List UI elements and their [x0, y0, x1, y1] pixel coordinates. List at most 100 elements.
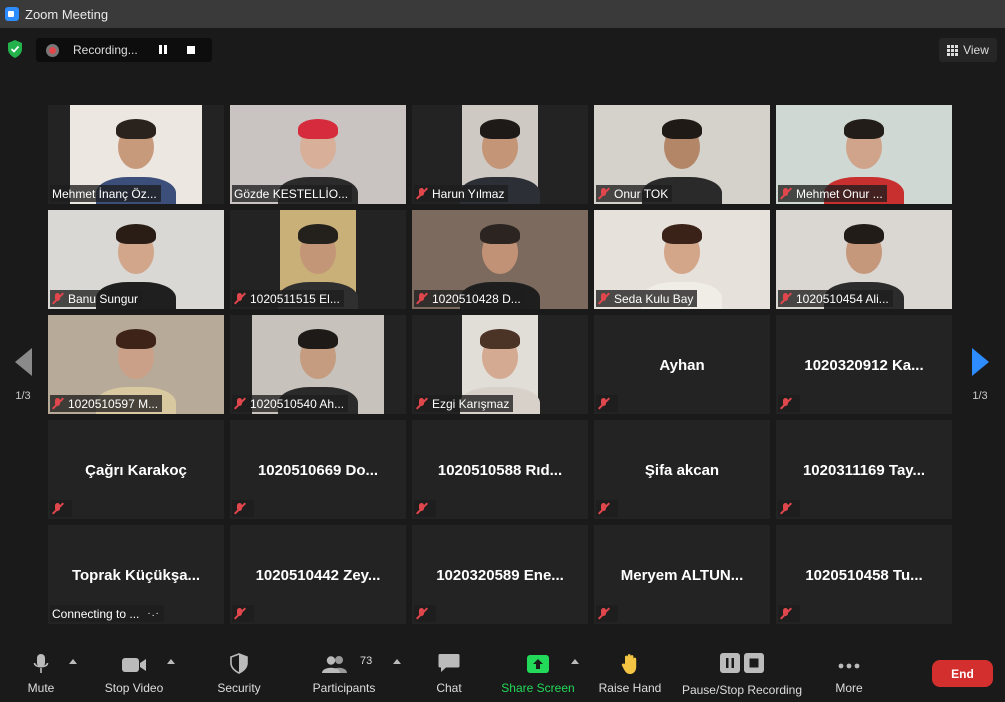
participant-tile[interactable]: 1020510454 Ali...: [776, 210, 952, 309]
stop-video-label: Stop Video: [104, 681, 164, 695]
participant-tile[interactable]: Harun Yılmaz: [412, 105, 588, 204]
muted-microphone-icon: [416, 292, 428, 305]
video-options-caret-icon[interactable]: [167, 659, 175, 664]
participant-tile[interactable]: Onur TOK: [594, 105, 770, 204]
participant-tile[interactable]: Mehmet Onur ...: [776, 105, 952, 204]
participant-display-name: 1020320912 Ka...: [804, 357, 924, 374]
muted-microphone-icon: [598, 607, 610, 620]
recording-status: Recording...: [73, 43, 138, 57]
muted-microphone-icon: [780, 397, 792, 410]
microphone-icon: [33, 654, 49, 673]
participant-tile[interactable]: Gözde KESTELLİO...: [230, 105, 406, 204]
participant-name-tag: [596, 500, 618, 517]
grid-view-icon: [947, 44, 959, 56]
raise-hand-button[interactable]: Raise Hand: [597, 643, 663, 702]
pause-recording-icon[interactable]: [159, 45, 169, 55]
participant-name-tag: 1020510597 M...: [50, 395, 163, 412]
participant-tile[interactable]: 1020510588 Rıd...: [412, 420, 588, 519]
chat-bubble-icon: [438, 654, 460, 672]
participant-tile[interactable]: Ayhan: [594, 315, 770, 414]
participant-tile[interactable]: 1020320589 Ene...: [412, 525, 588, 624]
previous-page-button[interactable]: 1/3: [8, 348, 38, 402]
participant-display-name: 1020510588 Rıd...: [437, 462, 563, 479]
share-screen-button[interactable]: Share Screen: [500, 643, 576, 702]
stop-icon: [744, 653, 764, 673]
recording-dot-icon: [46, 43, 59, 57]
participant-name-tag: Mehmet İnanç Öz...: [50, 185, 161, 202]
participant-tile[interactable]: Banu Sungur: [48, 210, 224, 309]
participants-label: Participants: [312, 681, 376, 695]
pause-stop-recording-button[interactable]: Pause/Stop Recording: [680, 643, 804, 702]
participant-name-tag: Banu Sungur: [50, 290, 143, 307]
participant-tile[interactable]: 1020510669 Do...: [230, 420, 406, 519]
muted-microphone-icon: [416, 607, 428, 620]
next-page-button[interactable]: 1/3: [965, 348, 995, 402]
security-button[interactable]: Security: [208, 643, 270, 702]
chat-button[interactable]: Chat: [428, 643, 470, 702]
chat-label: Chat: [436, 681, 462, 695]
participant-display-name: Çağrı Karakoç: [85, 462, 187, 479]
participant-tile[interactable]: Meryem ALTUN...: [594, 525, 770, 624]
participant-display-name: 1020320589 Ene...: [436, 567, 564, 584]
participant-tile[interactable]: 1020511515 El...: [230, 210, 406, 309]
zoom-logo-icon: [5, 7, 19, 21]
end-meeting-button[interactable]: End: [932, 660, 993, 687]
participant-tile[interactable]: Toprak Küçükşa... Connecting to ... ·.·: [48, 525, 224, 624]
mute-button[interactable]: Mute: [16, 643, 66, 702]
page-indicator-right: 1/3: [972, 390, 988, 402]
participant-name-tag: [414, 605, 436, 622]
participants-icon: [321, 656, 347, 673]
participants-options-caret-icon[interactable]: [393, 659, 401, 664]
chevron-left-icon: [14, 348, 32, 376]
window-title: Zoom Meeting: [25, 6, 109, 22]
muted-microphone-icon: [598, 292, 610, 305]
muted-microphone-icon: [780, 187, 792, 200]
muted-microphone-icon: [234, 292, 246, 305]
participant-tile[interactable]: 1020510458 Tu...: [776, 525, 952, 624]
participant-display-name: 1020311169 Tay...: [802, 462, 926, 479]
participant-name-tag: [414, 500, 436, 517]
muted-microphone-icon: [598, 187, 610, 200]
participant-tile[interactable]: Şifa akcan: [594, 420, 770, 519]
participant-tile[interactable]: Seda Kulu Bay: [594, 210, 770, 309]
participants-button[interactable]: 73 Participants: [306, 643, 382, 702]
share-options-caret-icon[interactable]: [571, 659, 579, 664]
participant-tile[interactable]: 1020510597 M...: [48, 315, 224, 414]
participant-name: Seda Kulu Bay: [614, 291, 694, 306]
muted-microphone-icon: [416, 187, 428, 200]
participant-tile[interactable]: 1020510442 Zey...: [230, 525, 406, 624]
participant-tile[interactable]: 1020510428 D...: [412, 210, 588, 309]
participant-name: Mehmet Onur ...: [796, 186, 883, 201]
chevron-right-icon: [971, 348, 989, 376]
participant-tile[interactable]: Ezgi Karışmaz: [412, 315, 588, 414]
encryption-shield-icon[interactable]: [6, 39, 24, 59]
participant-tile[interactable]: Çağrı Karakoç: [48, 420, 224, 519]
muted-microphone-icon: [234, 607, 246, 620]
video-camera-icon: [122, 658, 146, 672]
participant-tile[interactable]: Mehmet İnanç Öz...: [48, 105, 224, 204]
mute-label: Mute: [27, 681, 55, 695]
muted-microphone-icon: [598, 502, 610, 515]
recording-controls-icon: [720, 653, 764, 673]
more-button[interactable]: More: [828, 643, 870, 702]
participant-name-tag: [50, 500, 72, 517]
muted-microphone-icon: [52, 292, 64, 305]
participant-name: Harun Yılmaz: [432, 186, 505, 201]
muted-microphone-icon: [416, 397, 428, 410]
participant-name-tag: [596, 395, 618, 412]
pause-icon: [720, 653, 740, 673]
participant-display-name: 1020510458 Tu...: [805, 567, 923, 584]
muted-microphone-icon: [234, 502, 246, 515]
audio-options-caret-icon[interactable]: [69, 659, 77, 664]
share-screen-label: Share Screen: [501, 681, 575, 695]
view-button[interactable]: View: [939, 38, 997, 62]
end-label: End: [951, 666, 974, 681]
participant-tile[interactable]: 1020311169 Tay...: [776, 420, 952, 519]
stop-recording-icon[interactable]: [187, 46, 195, 54]
stop-video-button[interactable]: Stop Video: [98, 643, 170, 702]
muted-microphone-icon: [52, 397, 64, 410]
participant-tile[interactable]: 1020510540 Ah...: [230, 315, 406, 414]
participant-tile[interactable]: 1020320912 Ka...: [776, 315, 952, 414]
participant-name: 1020510454 Ali...: [796, 291, 889, 306]
participant-name-tag: [778, 500, 800, 517]
